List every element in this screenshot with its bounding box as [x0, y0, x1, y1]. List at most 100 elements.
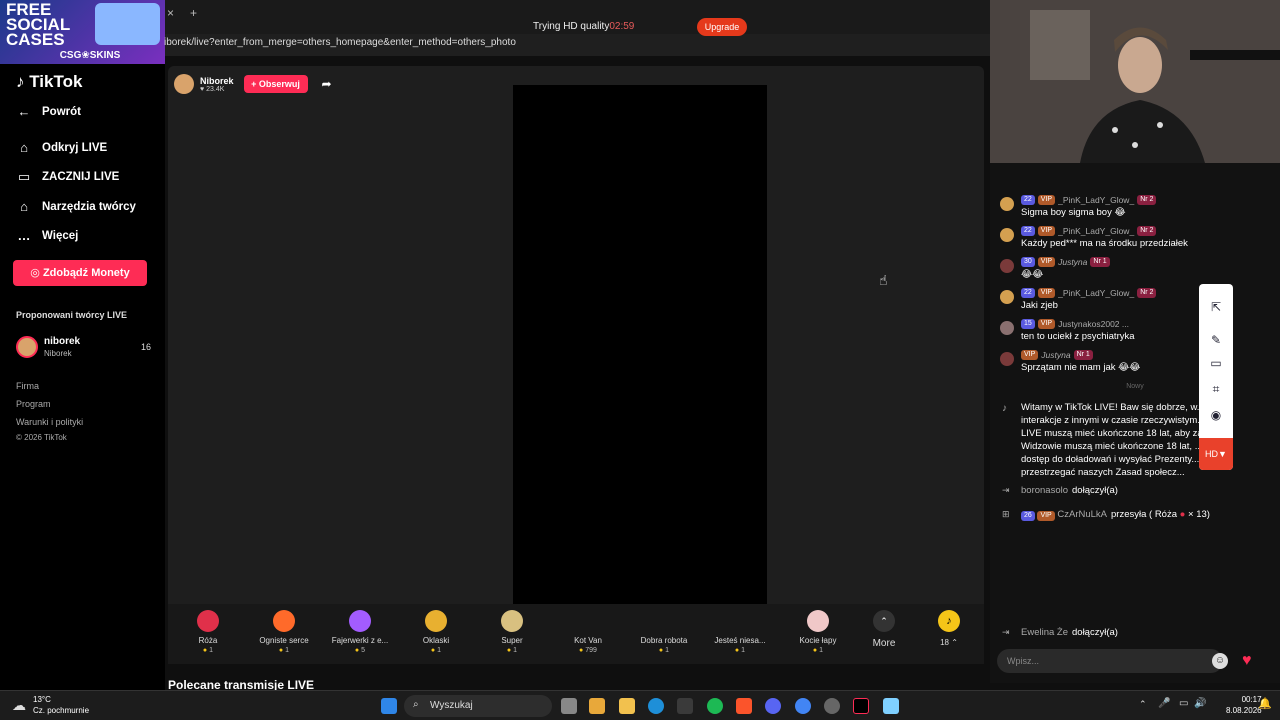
- chat-input[interactable]: Wpisz...: [997, 649, 1223, 673]
- chat-message: 22 VIP _PinK_LadY_Glow_ Nr 2 Sigma boy sigm…: [1000, 195, 1270, 223]
- network-icon[interactable]: ▭: [1179, 698, 1188, 709]
- address-bar[interactable]: iborek/live?enter_from_merge=others_home…: [160, 34, 990, 54]
- gift-item[interactable]: Dobra robota 1: [629, 610, 699, 654]
- chat-username[interactable]: _PinK_LadY_Glow_: [1058, 195, 1134, 205]
- gift-price: 1: [629, 647, 699, 654]
- notification-icon[interactable]: 🔔: [1258, 697, 1272, 710]
- chat-username[interactable]: _PinK_LadY_Glow_: [1058, 226, 1134, 236]
- gift-item[interactable]: Oklaski 1: [401, 610, 471, 654]
- coin-balance[interactable]: ♪ 18 ⌃: [914, 610, 984, 647]
- export-icon[interactable]: ⇱: [1209, 300, 1223, 314]
- back-button[interactable]: ← Powrót: [16, 104, 81, 119]
- coin-count: 18 ⌃: [940, 638, 958, 647]
- join-username[interactable]: Ewelina Że: [1021, 627, 1068, 638]
- tab-close-icon[interactable]: ×: [167, 6, 174, 20]
- host-avatar[interactable]: [174, 74, 194, 94]
- steam-icon[interactable]: [824, 698, 840, 714]
- footer-link-terms[interactable]: Warunki i polityki: [16, 417, 83, 427]
- follow-button[interactable]: + Obserwuj: [243, 75, 308, 93]
- volume-icon[interactable]: 🔊: [1194, 698, 1206, 709]
- gift-item[interactable]: Róża 1: [173, 610, 243, 654]
- suggested-creator[interactable]: niborek Niborek 16: [16, 334, 151, 360]
- gift-item[interactable]: Super 1: [477, 610, 547, 654]
- chat-text: Każdy ped*** ma na środku przedziałek: [1021, 238, 1188, 249]
- rectangle-icon[interactable]: ▭: [1209, 356, 1223, 370]
- more-icon: …: [17, 228, 31, 243]
- avatar[interactable]: [1000, 290, 1014, 304]
- good-job-icon: [653, 610, 675, 632]
- chat-username[interactable]: _PinK_LadY_Glow_: [1058, 288, 1134, 298]
- avatar[interactable]: [1000, 352, 1014, 366]
- promo-banner[interactable]: FREE SOCIAL CASES CSG❀SKINS: [0, 0, 165, 64]
- heart-icon[interactable]: ♥: [1242, 652, 1262, 670]
- tray-chevron-icon[interactable]: ⌃: [1139, 699, 1147, 710]
- chrome-icon[interactable]: [795, 698, 811, 714]
- crop-icon[interactable]: ⌗: [1209, 382, 1223, 396]
- vip-badge: VIP: [1037, 319, 1056, 329]
- join-username[interactable]: boronasolo: [1021, 485, 1068, 496]
- record-icon[interactable]: ◉: [1209, 408, 1223, 422]
- windows-start-icon[interactable]: [381, 698, 397, 714]
- sidebar-item-discover[interactable]: ⌂ Odkryj LIVE: [16, 140, 107, 155]
- new-tab-icon[interactable]: +: [190, 6, 197, 20]
- edge-icon[interactable]: [648, 698, 664, 714]
- share-icon[interactable]: ➦: [322, 77, 332, 91]
- taskbar-search[interactable]: ⌕ Wyszukaj: [404, 695, 552, 717]
- more-gifts-button[interactable]: ⌃ More: [849, 610, 919, 649]
- gift-price: 5: [325, 647, 395, 654]
- chat-username[interactable]: Justynakos2002 ...: [1058, 319, 1129, 329]
- chat-username[interactable]: Justyna: [1041, 350, 1070, 360]
- task-view-icon[interactable]: [561, 698, 577, 714]
- chat-username[interactable]: Justyna: [1058, 257, 1087, 267]
- gift-username[interactable]: CzArNuLkA: [1057, 509, 1107, 520]
- chat-message: 30 VIP Justyna Nr 1 😂😂: [1000, 257, 1270, 285]
- tiktok-logo[interactable]: ♪ TikTok: [16, 72, 82, 92]
- host-name[interactable]: Niborek: [200, 76, 234, 86]
- gift-item[interactable]: Ogniste serce 1: [249, 610, 319, 654]
- video-player[interactable]: [513, 85, 767, 634]
- live-stream-panel: Niborek ♥ 23.4K + Obserwuj ➦ Róża 1 Ognis…: [168, 66, 984, 664]
- clock[interactable]: 00:17 8.08.2026: [1226, 694, 1262, 716]
- sidebar-item-more[interactable]: … Więcej: [16, 228, 79, 243]
- footer-link-company[interactable]: Firma: [16, 381, 39, 391]
- arrow-left-icon: ←: [17, 104, 31, 119]
- avatar[interactable]: [1000, 228, 1014, 242]
- tiktok-app-icon[interactable]: [853, 698, 869, 714]
- footer-link-program[interactable]: Program: [16, 399, 51, 409]
- gift-name: Fajerwerki z e...: [331, 636, 389, 645]
- gift-price: 1: [249, 647, 319, 654]
- viewer-count: 16: [140, 342, 151, 352]
- avatar[interactable]: [1000, 321, 1014, 335]
- avatar[interactable]: [1000, 197, 1014, 211]
- promo-image: [95, 3, 160, 45]
- weather-icon[interactable]: ☁: [12, 697, 26, 714]
- brave-icon[interactable]: [736, 698, 752, 714]
- pen-icon[interactable]: ✎: [1209, 333, 1223, 347]
- gift-name: Ogniste serce: [259, 636, 309, 645]
- app-icon[interactable]: [883, 698, 899, 714]
- gift-item[interactable]: Fajerwerki z e... 5: [325, 610, 395, 654]
- xbox-icon[interactable]: [677, 698, 693, 714]
- microphone-icon[interactable]: 🎤: [1158, 698, 1170, 709]
- tiktok-coin-icon: ♪: [938, 610, 960, 632]
- chat-user-line: 22 VIP _PinK_LadY_Glow_ Nr 2: [1021, 288, 1157, 298]
- weather-widget[interactable]: 13°C Cz. pochmurnie: [33, 694, 89, 716]
- host-likes-value: 23.4K: [206, 85, 225, 93]
- rank-badge: Nr 2: [1137, 288, 1157, 298]
- sidebar-item-go-live[interactable]: ▭ ZACZNIJ LIVE: [16, 169, 119, 185]
- weather-condition: Cz. pochmurnie: [33, 706, 90, 715]
- avatar[interactable]: [1000, 259, 1014, 273]
- hd-quality-button[interactable]: HD▼: [1199, 438, 1233, 470]
- spotify-icon[interactable]: [707, 698, 723, 714]
- discord-icon[interactable]: [765, 698, 781, 714]
- upgrade-button[interactable]: Upgrade: [697, 18, 747, 36]
- gift-item[interactable]: Jesteś niesa... 1: [705, 610, 775, 654]
- file-explorer-icon[interactable]: [619, 698, 635, 714]
- get-coins-button[interactable]: ◎ Zdobądź Monety: [13, 260, 147, 286]
- emoji-icon[interactable]: ☺: [1212, 653, 1228, 669]
- creator-name: niborek: [44, 336, 81, 347]
- store-icon[interactable]: [589, 698, 605, 714]
- sidebar-item-creator-tools[interactable]: ⌂ Narzędzia twórcy: [16, 199, 136, 214]
- gift-item[interactable]: Kot Van 799: [553, 610, 623, 654]
- gift-item[interactable]: Kocie łapy 1: [783, 610, 853, 654]
